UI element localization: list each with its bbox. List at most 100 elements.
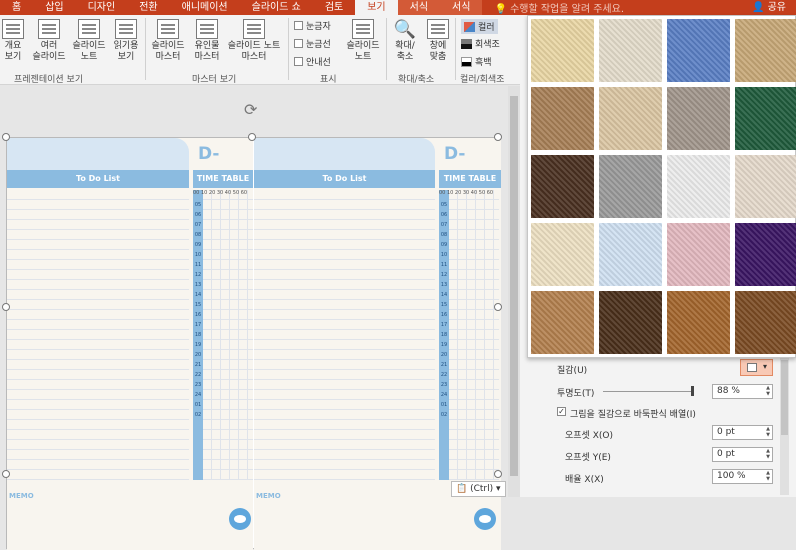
share-button[interactable]: 👤 공유 [752, 0, 786, 15]
texture-purple-mesh[interactable] [735, 223, 796, 286]
resize-handle[interactable] [494, 470, 502, 478]
ruler-label: 눈금자 [306, 22, 331, 32]
outline-view-label: 개요 보기 [4, 41, 22, 62]
texture-paper-bag[interactable] [531, 87, 594, 150]
scrollbar-thumb[interactable] [510, 96, 518, 476]
tab-home[interactable]: 홈 [0, 0, 33, 15]
hour-label: 05 [194, 202, 202, 208]
texture-cork[interactable] [531, 291, 594, 354]
tell-me-input[interactable]: 💡 수행할 작업을 알려 주세요. [494, 0, 624, 15]
slide-sorter-button[interactable]: 여러 슬라이드 [30, 19, 68, 63]
d-day-label: D- [198, 144, 220, 164]
mascot-icon [229, 508, 251, 530]
tile-texture-checkbox[interactable]: ✓ [557, 407, 566, 416]
tab-design[interactable]: 디자인 [76, 0, 128, 15]
slide-vertical-scrollbar[interactable] [508, 86, 520, 497]
texture-white-paper[interactable] [667, 155, 730, 218]
ruler-checkbox[interactable]: 눈금자 [294, 19, 331, 32]
hour-label: 06 [440, 212, 448, 218]
grayscale-mode-button[interactable]: 회색조 [461, 37, 500, 50]
texture-oak[interactable] [667, 291, 730, 354]
outline-view-button[interactable]: 개요 보기 [2, 19, 24, 63]
timetable-header: TIME TABLE [439, 170, 501, 188]
hour-label: 14 [194, 292, 202, 298]
notes-master-icon [243, 19, 265, 39]
zoom-button[interactable]: 🔍 확대/ 축소 [390, 19, 420, 63]
notes-page-button[interactable]: 슬라이드 노트 [70, 19, 108, 63]
bw-mode-button[interactable]: 흑백 [461, 55, 492, 68]
tab-review[interactable]: 검토 [313, 0, 355, 15]
group-presentation-views: 프레젠테이션 보기 [14, 75, 84, 85]
slide-canvas[interactable]: D- To Do List TIME TABLE MEMO D- To Do L… [6, 137, 501, 550]
transparency-input[interactable]: 88 % [712, 384, 773, 399]
scale-x-input[interactable]: 100 % [712, 469, 773, 484]
hour-label: 10 [194, 252, 202, 258]
texture-cream[interactable] [531, 223, 594, 286]
texture-fish-fossil[interactable] [599, 87, 662, 150]
texture-white-marble[interactable] [531, 155, 594, 218]
paste-options-button[interactable]: 📋 (Ctrl) ▾ [451, 481, 506, 497]
offset-y-input[interactable]: 0 pt [712, 447, 773, 462]
bw-swatch-icon [461, 56, 472, 67]
fit-window-icon [427, 19, 449, 39]
transparency-slider[interactable] [603, 391, 694, 392]
notes-toggle-button[interactable]: 슬라이드 노트 [344, 19, 382, 63]
tab-transitions[interactable]: 전환 [127, 0, 169, 15]
tab-slideshow[interactable]: 슬라이드 쇼 [240, 0, 313, 15]
texture-medium-wood[interactable] [735, 291, 796, 354]
hour-label: 11 [440, 262, 448, 268]
texture-sand[interactable] [667, 87, 730, 150]
notes-page-label: 슬라이드 노트 [72, 41, 106, 62]
hour-label: 22 [440, 372, 448, 378]
texture-woven-mat[interactable] [735, 19, 796, 82]
resize-handle[interactable] [494, 303, 502, 311]
hour-label: 10 [440, 252, 448, 258]
resize-handle[interactable] [2, 133, 10, 141]
handout-master-button[interactable]: 유인물 마스터 [190, 19, 224, 63]
texture-denim[interactable] [667, 19, 730, 82]
texture-papyrus[interactable] [531, 19, 594, 82]
panel-scrollbar[interactable] [780, 355, 789, 495]
ribbon-separator [288, 18, 289, 80]
texture-picker-button[interactable]: ▾ [740, 359, 773, 376]
tab-format-1[interactable]: 서식 [397, 0, 441, 15]
offset-x-input[interactable]: 0 pt [712, 425, 773, 440]
slide-master-button[interactable]: 슬라이드 마스터 [148, 19, 188, 63]
hour-label: 02 [194, 412, 202, 418]
reading-view-button[interactable]: 읽기용 보기 [108, 19, 144, 63]
texture-gallery [527, 15, 796, 358]
texture-pink-tissue[interactable] [667, 223, 730, 286]
notes-master-button[interactable]: 슬라이드 노트 마스터 [224, 19, 284, 63]
resize-handle[interactable] [2, 303, 10, 311]
texture-green-marble[interactable] [735, 87, 796, 150]
fit-window-button[interactable]: 창에 맞춤 [424, 19, 452, 63]
tab-format-2[interactable]: 서식 [440, 0, 483, 15]
hour-label: 17 [194, 322, 202, 328]
resize-handle[interactable] [2, 470, 10, 478]
resize-handle[interactable] [248, 133, 256, 141]
color-mode-button[interactable]: 컬러 [461, 19, 498, 34]
hour-label: 13 [440, 282, 448, 288]
zoom-label: 확대/ 축소 [395, 41, 415, 62]
panel-scrollbar-thumb[interactable] [781, 360, 788, 435]
grayscale-mode-label: 회색조 [475, 40, 500, 50]
ribbon-separator [386, 18, 387, 80]
gridlines-checkbox[interactable]: 눈금선 [294, 37, 331, 50]
hour-label: 01 [194, 402, 202, 408]
texture-blue-tissue[interactable] [599, 223, 662, 286]
handout-master-label: 유인물 마스터 [194, 41, 220, 62]
hour-label: 12 [440, 272, 448, 278]
rotate-handle-icon[interactable]: ⟳ [244, 100, 257, 119]
tab-view[interactable]: 보기 [355, 0, 398, 15]
texture-walnut[interactable] [599, 291, 662, 354]
resize-handle[interactable] [494, 133, 502, 141]
notes-page-icon [78, 19, 100, 39]
hour-label: 15 [440, 302, 448, 308]
texture-parchment[interactable] [735, 155, 796, 218]
texture-granite[interactable] [599, 155, 662, 218]
tab-insert[interactable]: 삽입 [33, 0, 75, 15]
guides-checkbox[interactable]: 안내선 [294, 55, 331, 68]
transparency-slider-knob[interactable] [691, 386, 694, 396]
tab-animations[interactable]: 애니메이션 [170, 0, 240, 15]
texture-canvas[interactable] [599, 19, 662, 82]
